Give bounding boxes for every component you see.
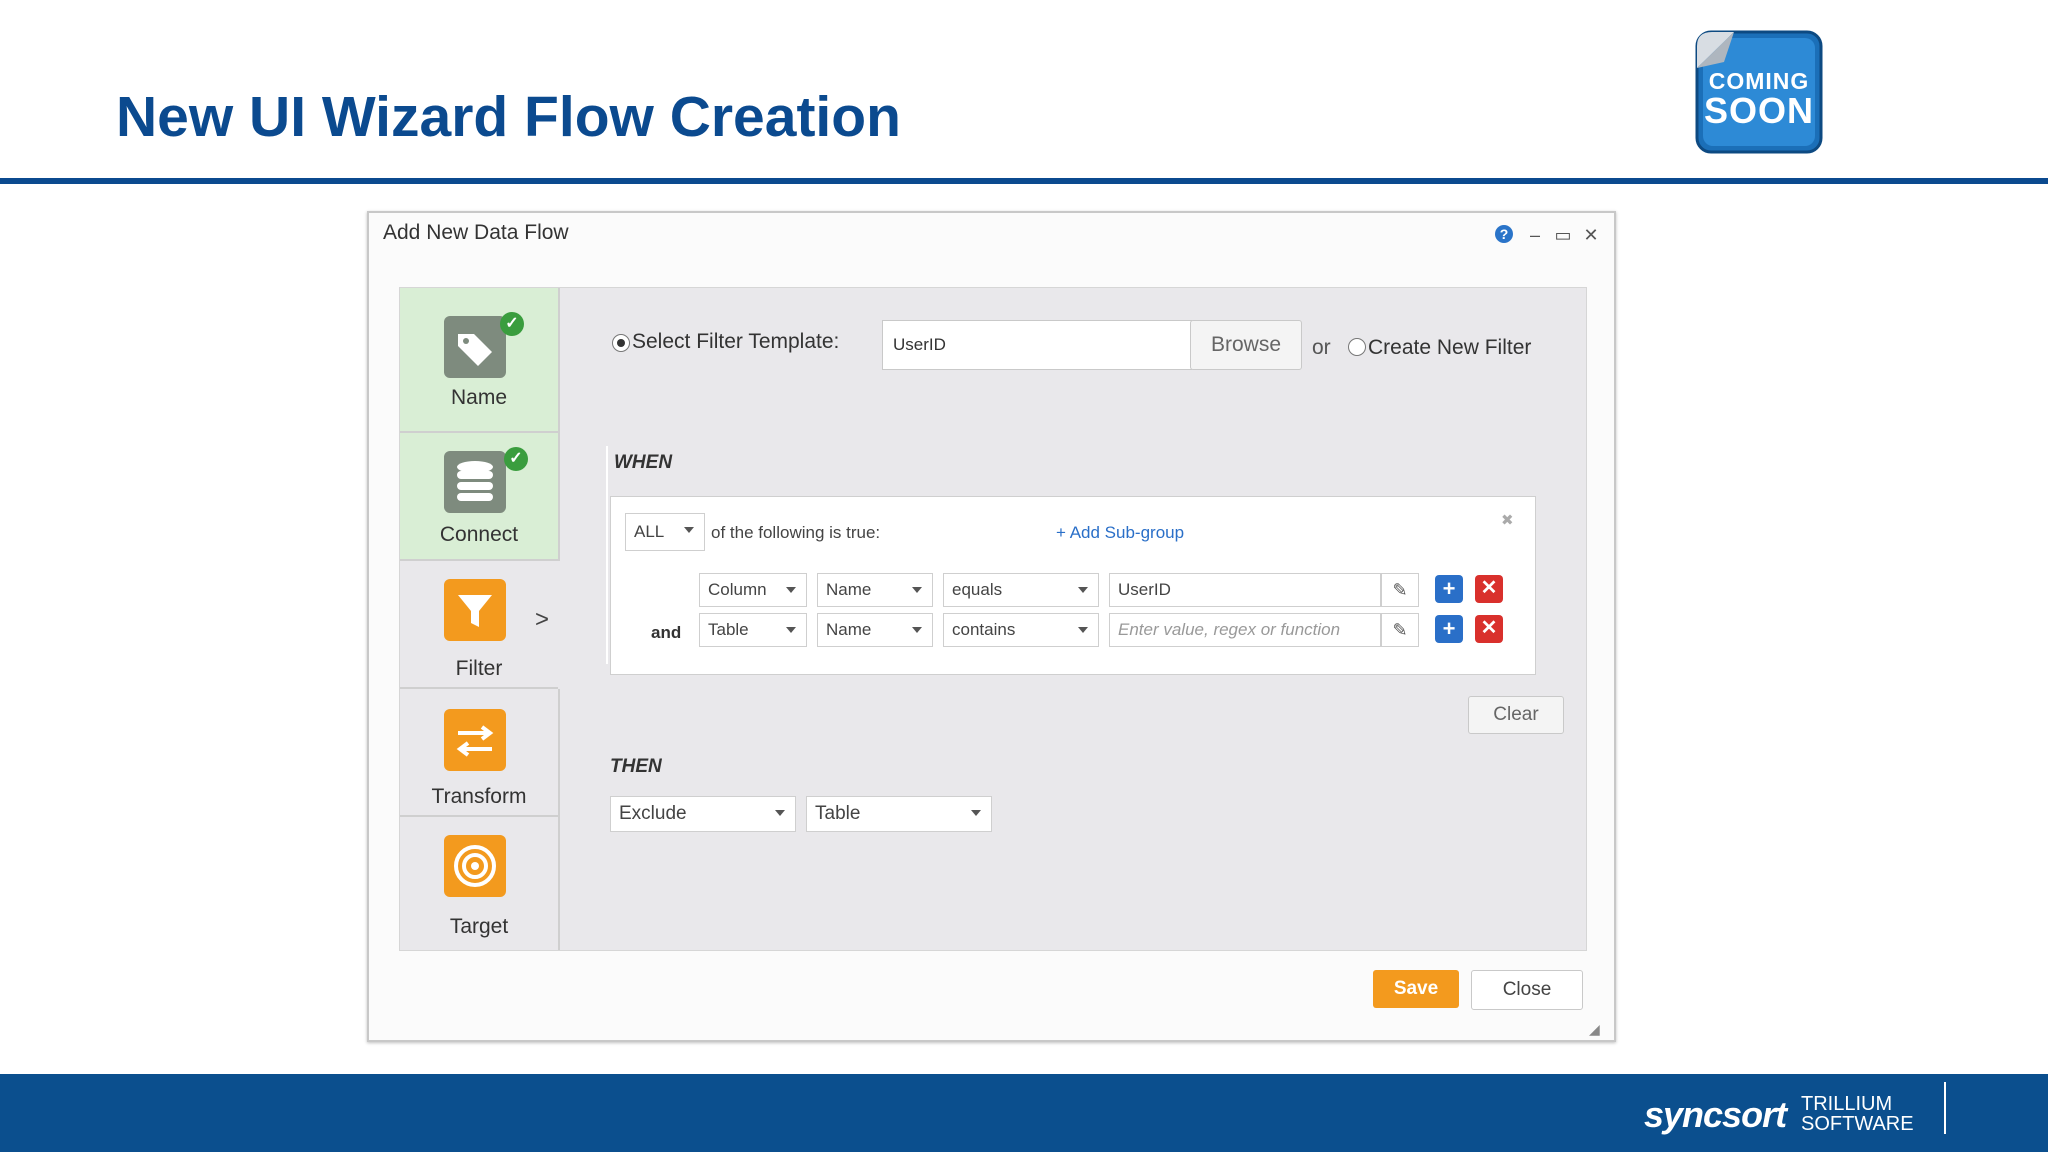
conjunction-label: and (651, 623, 682, 642)
step-label: Filter (455, 657, 503, 680)
template-value: UserID (893, 335, 946, 354)
clear-button[interactable]: Clear (1468, 696, 1564, 734)
trillium-line2: SOFTWARE (1801, 1113, 1914, 1135)
wizard-panel: ✓ Name ✓ Connect Filter > Transform Targ… (399, 287, 1587, 951)
step-label: Name (450, 386, 508, 409)
delete-condition-button[interactable]: ✕ (1475, 575, 1503, 603)
step-connect[interactable]: ✓ Connect (400, 433, 560, 561)
condition-group: ALL of the following is true: + Add Sub-… (610, 496, 1536, 675)
field-select[interactable]: Name (817, 573, 933, 607)
transform-icon (444, 709, 506, 771)
add-data-flow-dialog: Add New Data Flow ? ‒ ▭ ✕ ✓ Name ✓ Conne… (367, 211, 1616, 1042)
operator-select[interactable]: contains (943, 613, 1099, 647)
then-target-value: Table (815, 803, 861, 824)
when-guide (606, 446, 608, 664)
field-select[interactable]: Name (817, 613, 933, 647)
slide-title: New UI Wizard Flow Creation (116, 85, 901, 149)
browse-button[interactable]: Browse (1190, 320, 1302, 370)
chevron-down-icon (912, 627, 922, 633)
trillium-line1: TRILLIUM (1801, 1093, 1893, 1115)
add-condition-button[interactable]: + (1435, 615, 1463, 643)
tag-icon (444, 316, 506, 378)
close-window-icon[interactable]: ✕ (1581, 225, 1601, 246)
target-icon (444, 835, 506, 897)
step-label: Transform (431, 785, 527, 808)
save-button[interactable]: Save (1373, 970, 1459, 1008)
step-label: Connect (439, 523, 519, 546)
template-input[interactable]: UserID (882, 320, 1192, 370)
help-icon[interactable]: ? (1495, 225, 1513, 243)
quantifier-select[interactable]: ALL (625, 513, 705, 551)
chevron-down-icon (912, 587, 922, 593)
value-placeholder: Enter value, regex or function (1118, 620, 1341, 639)
source-select[interactable]: Table (699, 613, 807, 647)
source-select[interactable]: Column (699, 573, 807, 607)
action-select[interactable]: Exclude (610, 796, 796, 832)
trillium-logo: TRILLIUM SOFTWARE (1801, 1094, 1914, 1134)
create-new-label: Create New Filter (1368, 336, 1532, 359)
check-icon: ✓ (504, 447, 528, 471)
chevron-down-icon (684, 527, 694, 533)
dialog-title: Add New Data Flow (383, 221, 569, 244)
chevron-down-icon (786, 587, 796, 593)
chevron-down-icon (1078, 627, 1088, 633)
select-template-label: Select Filter Template: (632, 330, 840, 353)
footer-divider (1944, 1082, 1946, 1134)
step-target[interactable]: Target (400, 817, 560, 950)
database-icon (444, 451, 506, 513)
select-template-radio[interactable] (612, 334, 630, 352)
value-input[interactable]: Enter value, regex or function (1109, 613, 1381, 647)
chevron-down-icon (775, 810, 785, 816)
chevron-down-icon (1078, 587, 1088, 593)
remove-group-icon[interactable]: ✖ (1501, 511, 1514, 529)
step-name[interactable]: ✓ Name (400, 288, 560, 433)
action-value: Exclude (619, 803, 687, 824)
quantifier-value: ALL (634, 522, 665, 541)
field-value: Name (826, 620, 872, 639)
value-input[interactable]: UserID (1109, 573, 1381, 607)
filter-icon (444, 579, 506, 641)
coming-soon-badge: COMING SOON (1694, 28, 1824, 156)
source-value: Column (708, 580, 767, 599)
source-value: Table (708, 620, 749, 639)
then-target-select[interactable]: Table (806, 796, 992, 832)
current-step-arrow: > (535, 606, 550, 633)
syncsort-logo: syncsort (1644, 1094, 1787, 1135)
title-divider (0, 178, 2048, 184)
minimize-icon[interactable]: ‒ (1525, 225, 1545, 246)
field-value: Name (826, 580, 872, 599)
create-new-radio[interactable] (1348, 338, 1366, 356)
chevron-down-icon (971, 810, 981, 816)
or-label: or (1312, 336, 1331, 359)
operator-select[interactable]: equals (943, 573, 1099, 607)
pencil-icon[interactable]: ✎ (1381, 573, 1419, 607)
when-heading: WHEN (614, 452, 673, 473)
operator-value: contains (952, 620, 1016, 639)
then-heading: THEN (610, 756, 662, 777)
delete-condition-button[interactable]: ✕ (1475, 615, 1503, 643)
chevron-down-icon (786, 627, 796, 633)
resize-grip-icon[interactable]: ◢ (1589, 1021, 1600, 1038)
close-button[interactable]: Close (1471, 970, 1583, 1010)
add-condition-button[interactable]: + (1435, 575, 1463, 603)
add-subgroup-link[interactable]: + Add Sub-group (1056, 523, 1184, 543)
operator-value: equals (952, 580, 1003, 599)
check-icon: ✓ (500, 312, 524, 336)
step-label: Target (449, 915, 509, 938)
maximize-icon[interactable]: ▭ (1553, 225, 1573, 246)
following-text: of the following is true: (711, 523, 881, 542)
pencil-icon[interactable]: ✎ (1381, 613, 1419, 647)
step-transform[interactable]: Transform (400, 689, 560, 817)
badge-line2: SOON (1703, 90, 1814, 131)
value-text: UserID (1118, 580, 1171, 599)
